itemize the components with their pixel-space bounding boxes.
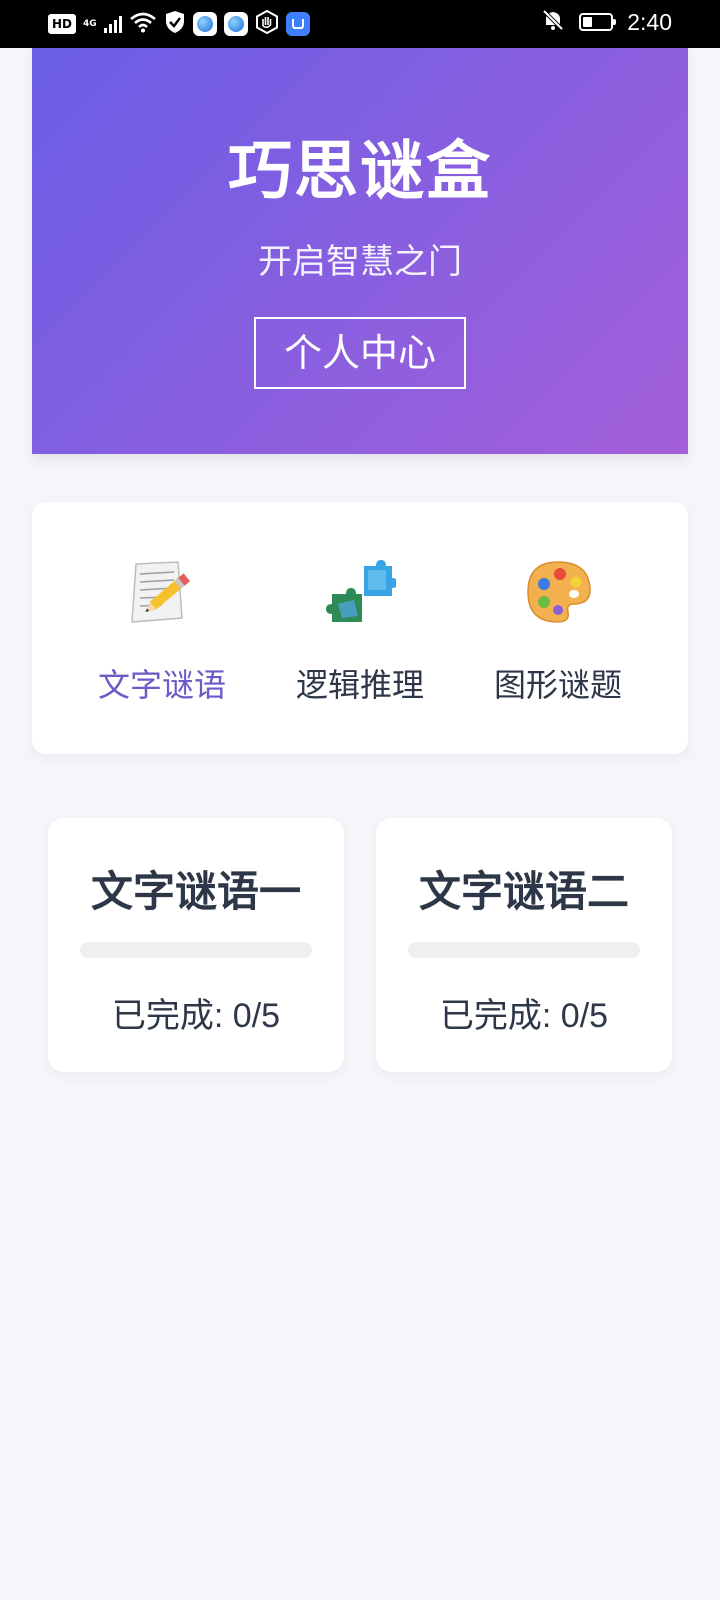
level-progress-text: 已完成: 0/5 bbox=[439, 997, 609, 1035]
bell-muted-icon bbox=[541, 8, 565, 36]
battery-icon bbox=[579, 13, 617, 31]
progress-bar bbox=[408, 942, 640, 958]
progress-bar bbox=[80, 942, 312, 958]
puzzle-pieces-icon bbox=[324, 556, 398, 628]
app-store-bag-icon bbox=[285, 12, 310, 36]
app-title: 巧思谜盒 bbox=[228, 135, 492, 209]
hand-stop-icon bbox=[255, 9, 279, 38]
tab-label: 图形谜题 bbox=[493, 666, 622, 704]
level-card-2[interactable]: 文字谜语二 已完成: 0/5 bbox=[376, 818, 672, 1072]
level-card-1[interactable]: 文字谜语一 已完成: 0/5 bbox=[48, 818, 344, 1072]
cellular-signal-icon: 4G bbox=[83, 19, 97, 29]
level-progress-text: 已完成: 0/5 bbox=[111, 997, 281, 1035]
battery-level bbox=[583, 17, 593, 27]
level-title: 文字谜语一 bbox=[90, 867, 301, 916]
status-bar: HD 4G 2:40 bbox=[0, 0, 720, 48]
tab-label: 逻辑推理 bbox=[295, 666, 424, 704]
profile-center-button[interactable]: 个人中心 bbox=[254, 317, 466, 389]
wifi-icon bbox=[129, 11, 157, 37]
app-subtitle: 开启智慧之门 bbox=[258, 242, 462, 282]
paint-palette-icon bbox=[522, 556, 594, 628]
shield-icon bbox=[164, 10, 186, 38]
clock: 2:40 bbox=[627, 8, 672, 35]
browser-globe-icon bbox=[192, 12, 217, 36]
category-tabs: 文字谜语 逻辑推理 图形谜题 bbox=[32, 502, 688, 754]
level-title: 文字谜语二 bbox=[418, 867, 629, 916]
browser-globe-icon bbox=[223, 12, 248, 36]
hero-banner: 巧思谜盒 开启智慧之门 个人中心 bbox=[32, 48, 688, 454]
tab-text-riddles[interactable]: 文字谜语 bbox=[64, 502, 260, 754]
signal-bars-icon bbox=[103, 15, 122, 33]
hd-icon: HD bbox=[48, 14, 77, 34]
pencil-paper-icon bbox=[126, 556, 198, 628]
network-type-label: 4G bbox=[83, 19, 97, 29]
tab-graphic-puzzles[interactable]: 图形谜题 bbox=[460, 502, 656, 754]
status-left-icons: HD 4G bbox=[48, 9, 310, 38]
tab-logic-reasoning[interactable]: 逻辑推理 bbox=[262, 502, 458, 754]
tab-label: 文字谜语 bbox=[97, 666, 226, 704]
status-right-icons: 2:40 bbox=[541, 8, 672, 36]
